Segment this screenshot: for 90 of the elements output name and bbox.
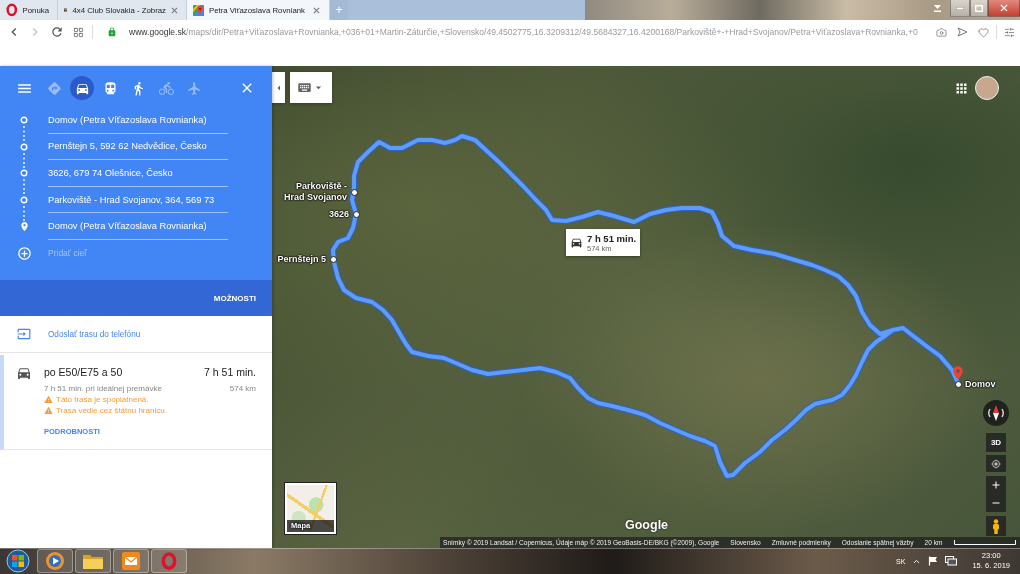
compass-needle-icon	[986, 403, 1006, 423]
avatar-placeholder[interactable]	[975, 76, 999, 100]
waypoint-field[interactable]: 3626, 679 74 Olešnice, Česko	[48, 160, 228, 187]
media-player-button[interactable]	[37, 549, 73, 573]
plus-icon	[990, 479, 1002, 491]
street-view-button[interactable]	[986, 516, 1006, 536]
diamond-arrow-icon	[46, 80, 62, 96]
minimize-button[interactable]	[950, 0, 970, 17]
warning-text: Táto trasa je spoplatnená.	[56, 394, 149, 405]
send-to-device-icon	[17, 327, 31, 341]
tilt-3d-button[interactable]: 3D	[986, 433, 1006, 452]
dotted-connector	[23, 125, 25, 142]
waypoint-marker-icon	[329, 255, 337, 263]
waypoint-ring-icon	[20, 116, 28, 125]
down-arrow-icon	[933, 5, 942, 12]
envelope-icon	[121, 551, 141, 571]
route-duration: 7 h 51 min.	[587, 232, 637, 244]
sliders-icon	[1004, 26, 1015, 38]
maximize-button[interactable]	[970, 0, 988, 17]
waypoint-field[interactable]: Domov (Petra Víťazoslava Rovnianka)	[48, 107, 228, 134]
car-icon	[570, 236, 583, 249]
close-window-button[interactable]	[988, 0, 1020, 17]
waypoint-label: Domov	[965, 378, 996, 390]
waypoint-ring-icon	[20, 142, 28, 151]
input-tools-button[interactable]	[290, 72, 332, 103]
lock-icon	[107, 27, 117, 37]
car-icon	[16, 365, 32, 381]
apps-grid-icon[interactable]	[954, 81, 969, 96]
send-to-phone-link[interactable]: Odoslať trasu do telefónu	[0, 324, 141, 344]
waypoint-field[interactable]: Domov (Petra Víťazoslava Rovnianka)	[48, 213, 228, 240]
keyboard-icon	[297, 80, 312, 95]
send-icon	[957, 27, 968, 37]
dotted-connector	[23, 205, 25, 222]
google-logo: Google	[625, 518, 669, 532]
dotted-connector	[23, 178, 25, 195]
mail-app-button[interactable]	[113, 549, 149, 573]
network-monitor-icon[interactable]	[945, 556, 958, 566]
url-text[interactable]: www.google.sk/maps/dir/Petra+Viťazoslava+Rovnianka,+036+01+Martin-Záturčie,+Slovensko/49.4502775,16.3209312/49.5684327,16.4200168/Parkoviště+-+Hrad+Svojanov/Petra+Viťazoslava+Rovnianka,+0	[129, 27, 931, 37]
close-icon	[1000, 4, 1008, 12]
route-distance: 574 km	[229, 383, 256, 394]
close-tab-button[interactable]	[312, 5, 321, 15]
play-circle-icon	[45, 551, 65, 571]
travel-mode-button[interactable]	[70, 76, 94, 100]
scale-bar	[953, 540, 1016, 545]
zoom-in-button[interactable]	[986, 476, 1006, 494]
folder-icon	[82, 552, 104, 570]
compass-button[interactable]	[983, 400, 1009, 426]
warning-icon	[44, 406, 53, 415]
reload-icon	[49, 25, 64, 39]
warning-text: Trasa vedie cez štátnu hranicu.	[56, 405, 167, 416]
waypoint-label: Pernštejn 5	[277, 253, 326, 265]
route-duration: 7 h 51 min.	[204, 365, 256, 379]
waypoint-marker-icon	[350, 188, 358, 196]
close-tab-button[interactable]	[171, 5, 178, 15]
pin-icon	[18, 221, 30, 233]
flag-icon[interactable]	[928, 556, 939, 566]
options-button[interactable]: MOŽNOSTI	[213, 293, 256, 303]
file-explorer-button[interactable]	[75, 549, 111, 573]
opera-browser-button[interactable]	[151, 549, 187, 573]
minimize-icon	[956, 6, 964, 10]
add-destination-field[interactable]: Pridať cieľ	[48, 243, 228, 264]
map-pin-icon	[950, 365, 966, 381]
airplane-icon	[186, 80, 202, 96]
dotted-connector	[23, 151, 25, 168]
waypoint-label: 3626	[328, 208, 349, 220]
opera-logo-icon	[6, 3, 18, 17]
heart-icon	[978, 26, 989, 38]
zoom-out-button[interactable]	[986, 494, 1006, 512]
traffic-note: 7 h 51 min. pri ideálnej premávke	[44, 383, 163, 394]
close-icon	[171, 6, 178, 14]
bicycle-icon	[158, 80, 174, 96]
waypoint-marker-icon	[352, 210, 360, 218]
waypoint-marker-icon	[954, 380, 962, 388]
location-target-icon	[991, 458, 1001, 469]
warning-icon	[44, 395, 53, 404]
waypoint-ring-icon	[20, 169, 28, 178]
waypoint-field[interactable]: Parkoviště - Hrad Svojanov, 364, 569 73	[48, 186, 228, 214]
waypoint-ring-icon	[20, 196, 28, 205]
route-title: po E50/E75 a 50	[44, 365, 124, 379]
waypoint-label: Parkoviště - Hrad Svojanov	[282, 181, 347, 203]
waypoint-field[interactable]: Pernštejn 5, 592 62 Nedvědice, Česko	[48, 133, 228, 161]
camera-icon	[936, 26, 947, 38]
my-location-button[interactable]	[986, 455, 1006, 472]
map-pin-favicon-icon	[193, 4, 204, 16]
windows-logo-icon	[6, 549, 30, 573]
grid-icon	[72, 26, 84, 38]
pegman-icon	[992, 518, 1000, 534]
close-icon	[313, 6, 320, 14]
maximize-icon	[975, 4, 983, 12]
opera-logo-icon	[161, 551, 177, 571]
